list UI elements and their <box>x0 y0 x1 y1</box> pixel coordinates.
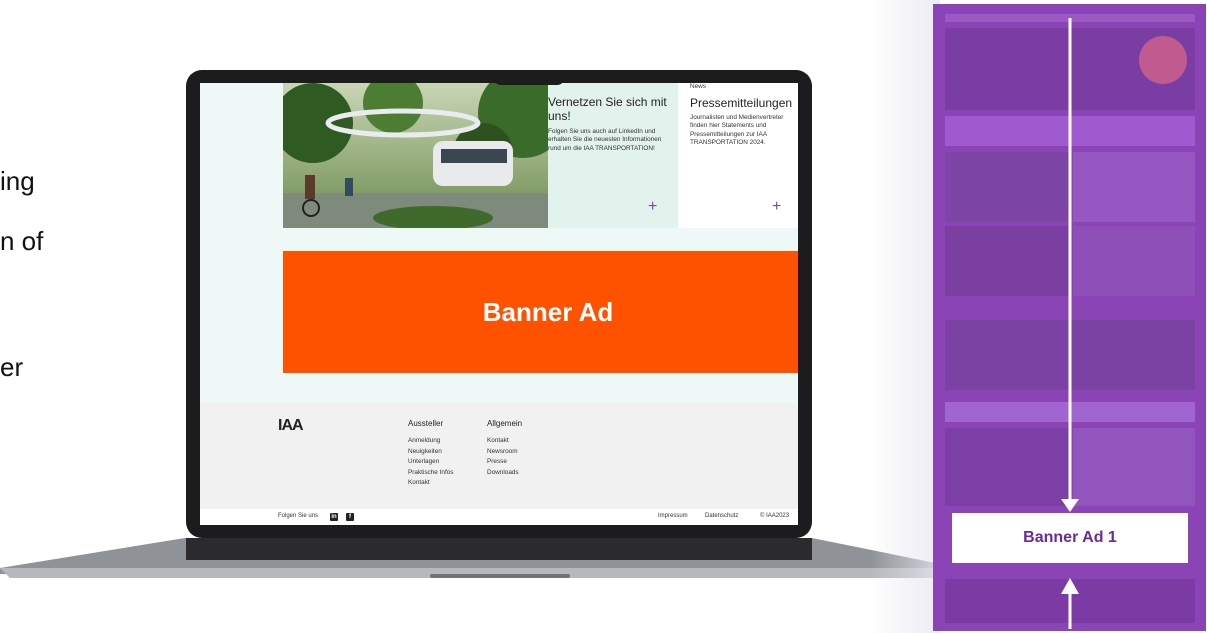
page-overview-panel: Banner Ad 1 <box>933 4 1206 631</box>
footer-link[interactable]: Praktische Infos <box>408 468 453 479</box>
footer-col1-heading: Aussteller <box>408 419 444 428</box>
banner-ad-1-placement[interactable]: Banner Ad 1 <box>952 513 1188 563</box>
footer-bottom-bar: Folgen Sie uns in f Impressum Datenschut… <box>200 509 798 525</box>
follow-label: Folgen Sie uns <box>278 513 319 519</box>
press-card[interactable]: News Pressemitteilungen Journalisten und… <box>678 83 798 228</box>
social-card-title: Vernetzen Sie sich mit uns! <box>548 95 667 123</box>
linkedin-icon[interactable]: in <box>330 513 338 521</box>
footer-col1-links: Anmeldung Neuigkeiten Unterlagen Praktis… <box>408 436 453 489</box>
footer-col2-heading: Allgemein <box>487 419 523 428</box>
hero-image-bus-station <box>283 83 548 228</box>
press-card-plus-icon[interactable]: + <box>772 199 781 215</box>
left-text-fragment-2: n of <box>0 226 44 256</box>
camera-notch <box>493 70 565 85</box>
banner-ad[interactable]: Banner Ad <box>283 251 798 373</box>
footer-link[interactable]: Downloads <box>487 468 519 479</box>
copyright-text: © IAA2023 <box>760 513 790 519</box>
footer-link[interactable]: Newsroom <box>487 447 519 458</box>
social-card-body: Folgen Sie uns auch auf LinkedIn und erh… <box>548 128 662 152</box>
laptop-screen: Vernetzen Sie sich mit uns! Folgen Sie u… <box>200 83 798 525</box>
left-text-fragment-1: ing <box>0 166 35 196</box>
footer-link[interactable]: Kontakt <box>408 478 453 489</box>
footer-link[interactable]: Unterlagen <box>408 457 453 468</box>
laptop-base <box>0 538 960 578</box>
press-card-kicker: News <box>690 83 706 90</box>
impressum-link[interactable]: Impressum <box>658 513 688 519</box>
social-card-plus-icon[interactable]: + <box>648 199 657 215</box>
social-card[interactable]: Vernetzen Sie sich mit uns! Folgen Sie u… <box>548 83 678 228</box>
press-card-title: Pressemitteilungen <box>690 96 793 110</box>
footer-link[interactable]: Presse <box>487 457 519 468</box>
iaa-logo[interactable]: IAA <box>278 417 304 435</box>
footer-link[interactable]: Kontakt <box>487 436 519 447</box>
datenschutz-link[interactable]: Datenschutz <box>705 513 738 519</box>
footer-link[interactable]: Anmeldung <box>408 436 453 447</box>
site-footer: IAA Aussteller Anmeldung Neuigkeiten Unt… <box>200 403 798 509</box>
left-text-fragment-3: er <box>0 352 24 382</box>
press-card-body: Journalisten und Medienvertreter finden … <box>690 114 784 147</box>
laptop-mockup: Vernetzen Sie sich mit uns! Folgen Sie u… <box>186 70 812 538</box>
facebook-icon[interactable]: f <box>346 513 354 521</box>
footer-link[interactable]: Neuigkeiten <box>408 447 453 458</box>
footer-col2-links: Kontakt Newsroom Presse Downloads <box>487 436 519 478</box>
panel-shadow <box>870 0 940 633</box>
